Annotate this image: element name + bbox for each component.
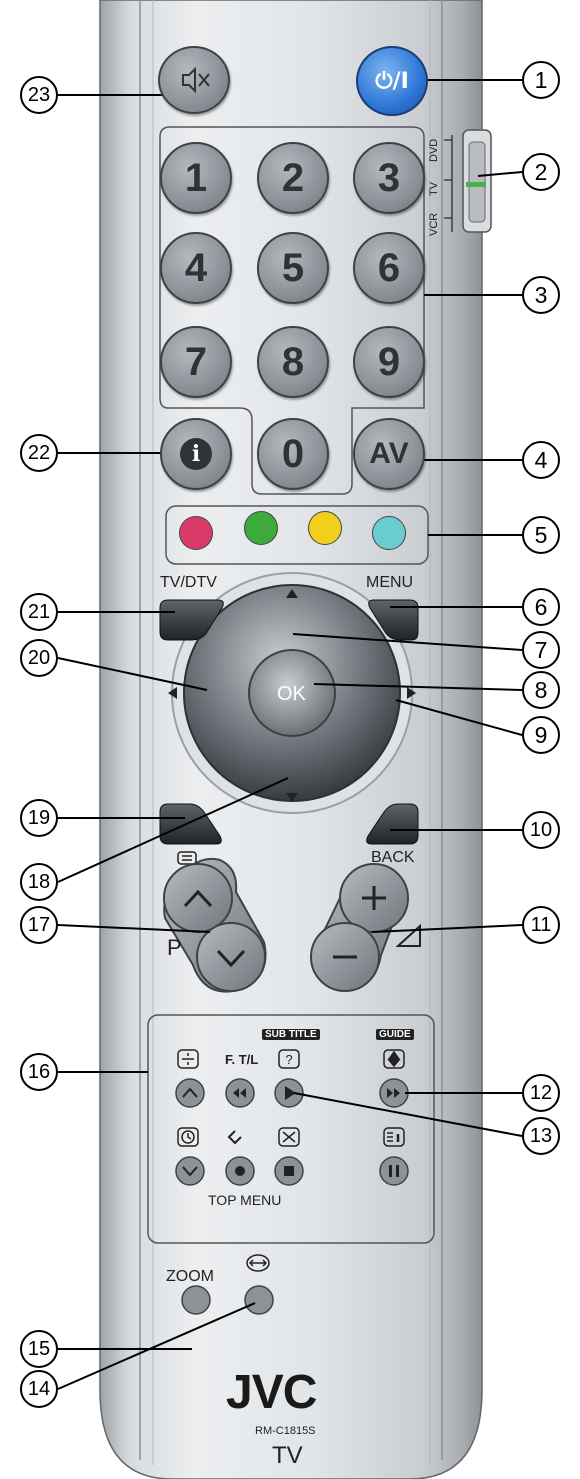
switch-label-tv: TV	[428, 181, 440, 196]
cyan-key[interactable]	[372, 516, 406, 550]
device-label: TV	[272, 1442, 303, 1469]
callout-7: 7	[522, 631, 560, 669]
digit-2-button[interactable]: 2	[257, 142, 329, 214]
mute-button[interactable]	[158, 46, 230, 114]
digit-4-button[interactable]: 4	[160, 232, 232, 304]
callout-12: 12	[522, 1074, 560, 1112]
callout-18: 18	[20, 863, 58, 901]
power-button[interactable]: ⏻/I	[356, 46, 428, 116]
digit-5-button[interactable]: 5	[257, 232, 329, 304]
callout-15: 15	[20, 1330, 58, 1368]
remote-control-diagram: ?	[57, 0, 523, 1479]
tv-dtv-label: TV/DTV	[160, 574, 217, 591]
ok-label: OK	[277, 683, 306, 705]
callout-21: 21	[20, 593, 58, 631]
yellow-key[interactable]	[308, 511, 342, 545]
menu-label: MENU	[366, 574, 414, 591]
av-button[interactable]: AV	[353, 418, 425, 490]
channel-down-button	[196, 922, 266, 992]
channel-up-button	[163, 863, 233, 933]
aspect-button	[244, 1285, 274, 1315]
callout-13: 13	[522, 1117, 560, 1155]
digit-8-button[interactable]: 8	[257, 326, 329, 398]
mute-icon	[182, 66, 210, 94]
model-label: RM-C1815S	[255, 1425, 316, 1437]
digit-1-button[interactable]: 1	[160, 142, 232, 214]
top-menu-label: TOP MENU	[208, 1192, 282, 1208]
back-label: BACK	[371, 849, 415, 866]
callout-17: 17	[20, 906, 58, 944]
power-icon: ⏻/I	[375, 68, 409, 94]
switch-label-vcr: VCR	[428, 212, 440, 236]
callout-9: 9	[522, 716, 560, 754]
sub-title-label: SUB TITLE	[262, 1029, 320, 1040]
record-icon	[235, 1166, 245, 1176]
info-button[interactable]: i	[160, 418, 232, 490]
digit-0-button[interactable]: 0	[257, 418, 329, 490]
callout-10: 10	[522, 811, 560, 849]
switch-label-dvd: DVD	[428, 138, 440, 162]
red-key[interactable]	[179, 516, 213, 550]
zoom-label: ZOOM	[166, 1268, 214, 1285]
callout-14: 14	[20, 1370, 58, 1408]
digit-6-button[interactable]: 6	[353, 232, 425, 304]
guide-label: GUIDE	[376, 1029, 414, 1040]
callout-11: 11	[522, 906, 560, 944]
callout-19: 19	[20, 799, 58, 837]
ftl-label: F. T/L	[225, 1052, 259, 1067]
callout-23: 23	[20, 76, 58, 114]
channel-label: P	[167, 935, 182, 960]
svg-text:?: ?	[285, 1052, 292, 1067]
digit-9-button[interactable]: 9	[353, 326, 425, 398]
callout-3: 3	[522, 276, 560, 314]
callout-22: 22	[20, 434, 58, 472]
callout-4: 4	[522, 441, 560, 479]
brand-logo: JVC	[226, 1366, 317, 1419]
callout-2: 2	[522, 153, 560, 191]
digit-3-button[interactable]: 3	[353, 142, 425, 214]
callout-1: 1	[522, 61, 560, 99]
callout-6: 6	[522, 588, 560, 626]
callout-8: 8	[522, 671, 560, 709]
stop-icon	[284, 1166, 294, 1176]
green-key[interactable]	[244, 511, 278, 545]
callout-20: 20	[20, 639, 58, 677]
info-icon: i	[180, 438, 212, 470]
callout-16: 16	[20, 1053, 58, 1091]
zoom-button	[181, 1285, 211, 1315]
digit-7-button[interactable]: 7	[160, 326, 232, 398]
source-switch	[462, 129, 492, 233]
callout-5: 5	[522, 516, 560, 554]
